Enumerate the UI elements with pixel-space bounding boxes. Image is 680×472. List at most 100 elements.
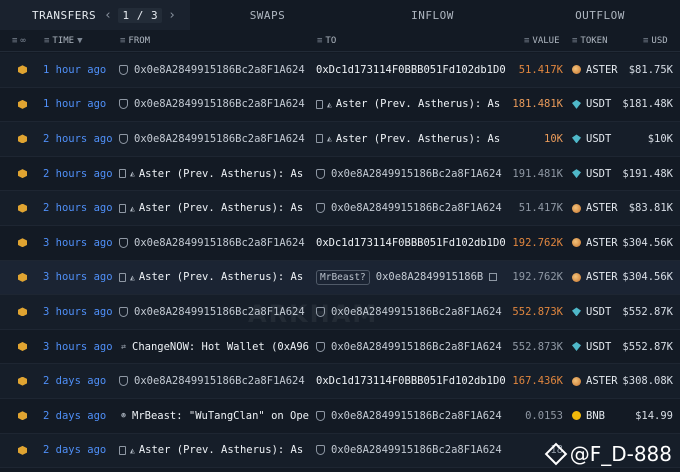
aster-token-icon bbox=[572, 238, 581, 248]
document-icon bbox=[119, 169, 126, 179]
to-cell[interactable]: ◭ Aster (Prev. Astherus): As bbox=[316, 88, 506, 122]
to-cell[interactable]: 0xDc1d173114F0BBB051Fd102db1D0 bbox=[316, 53, 506, 87]
aster-entity-icon: ◭ bbox=[130, 169, 135, 179]
aster-entity-icon: ◭ bbox=[327, 99, 332, 109]
filter-icon: ≡ bbox=[44, 35, 50, 46]
table-row[interactable]: 2 hours ago 0x0e8A2849915186Bc2a8F1A624 … bbox=[0, 122, 680, 157]
from-cell[interactable]: 0x0e8A2849915186Bc2a8F1A624 bbox=[119, 53, 309, 87]
usd-cell: $304.56K bbox=[622, 236, 673, 249]
to-cell[interactable]: 0xDc1d173114F0BBB051Fd102db1D0 bbox=[316, 226, 506, 260]
aster-entity-icon: ◭ bbox=[130, 445, 135, 455]
column-value[interactable]: ≡ VALUE bbox=[524, 36, 560, 46]
table-row[interactable]: 3 hours ago ⇄ ChangeNOW: Hot Wallet (0xA9… bbox=[0, 330, 680, 365]
link-icon[interactable]: ∞ bbox=[20, 36, 25, 46]
to-cell[interactable]: 0x0e8A2849915186Bc2a8F1A624 bbox=[316, 157, 506, 191]
time-cell[interactable]: 1 hour ago bbox=[43, 53, 118, 87]
from-cell[interactable]: 0x0e8A2849915186Bc2a8F1A624 bbox=[119, 364, 309, 398]
chain-icon bbox=[18, 445, 27, 455]
usdt-token-icon bbox=[572, 134, 581, 144]
from-cell[interactable]: 0x0e8A2849915186Bc2a8F1A624 bbox=[119, 88, 309, 122]
table-row[interactable]: 2 days ago ☻ MrBeast: "WuTangClan" on Ope… bbox=[0, 399, 680, 434]
to-cell[interactable]: 0x0e8A2849915186Bc2a8F1A624 bbox=[316, 295, 506, 329]
time-cell[interactable]: 3 hours ago bbox=[43, 226, 118, 260]
sort-down-icon: ▼ bbox=[77, 35, 83, 46]
table-row[interactable]: 3 hours ago ◭ Aster (Prev. Astherus): As … bbox=[0, 260, 680, 296]
table-row[interactable]: 3 hours ago 0x0e8A2849915186Bc2a8F1A624 … bbox=[0, 295, 680, 330]
to-cell[interactable]: ◭ Aster (Prev. Astherus): As bbox=[316, 122, 506, 156]
value-cell: 192.762K bbox=[512, 271, 563, 284]
aster-token-icon bbox=[572, 376, 581, 386]
to-cell[interactable]: 0x0e8A2849915186Bc2a8F1A624 bbox=[316, 434, 506, 468]
usd-cell: $81.75K bbox=[628, 63, 673, 76]
filter-icon: ≡ bbox=[317, 35, 323, 46]
table-row[interactable]: 2 hours ago ◭ Aster (Prev. Astherus): As … bbox=[0, 191, 680, 226]
from-cell[interactable]: ☻ MrBeast: "WuTangClan" on Ope bbox=[119, 399, 309, 433]
time-cell[interactable]: 2 hours ago bbox=[43, 191, 118, 225]
time-cell[interactable]: 2 days ago bbox=[43, 399, 118, 433]
column-from[interactable]: ≡ FROM bbox=[120, 36, 150, 46]
time-cell[interactable]: 2 days ago bbox=[43, 434, 118, 468]
from-cell[interactable]: 0x0e8A2849915186Bc2a8F1A624 bbox=[119, 122, 309, 156]
from-cell[interactable]: ⇄ ChangeNOW: Hot Wallet (0xA96) bbox=[119, 330, 309, 364]
address-icon bbox=[119, 306, 128, 317]
to-cell[interactable]: 0x0e8A2849915186Bc2a8F1A624 bbox=[316, 399, 506, 433]
to-cell[interactable]: MrBeast? 0x0e8A2849915186B bbox=[316, 261, 506, 295]
from-cell[interactable]: 0x0e8A2849915186Bc2a8F1A624 bbox=[119, 226, 309, 260]
usd-cell: $191.48K bbox=[622, 167, 673, 180]
time-cell[interactable]: 2 days ago bbox=[43, 364, 118, 398]
time-cell[interactable]: 3 hours ago bbox=[43, 261, 118, 295]
table-row[interactable]: 2 days ago 0x0e8A2849915186Bc2a8F1A624 0… bbox=[0, 364, 680, 399]
column-to[interactable]: ≡ TO bbox=[317, 36, 336, 46]
column-time[interactable]: ≡ TIME ▼ bbox=[44, 36, 83, 46]
document-icon bbox=[119, 203, 126, 213]
address-icon bbox=[119, 99, 128, 110]
tab-swaps[interactable]: SWAPS bbox=[190, 0, 345, 30]
chain-icon bbox=[18, 65, 27, 75]
from-cell[interactable]: ◭ Aster (Prev. Astherus): As bbox=[119, 191, 309, 225]
value-cell: 51.417K bbox=[518, 63, 563, 76]
to-cell[interactable]: 0x0e8A2849915186Bc2a8F1A624 bbox=[316, 330, 506, 364]
address-icon bbox=[119, 64, 128, 75]
value-cell: 0.0153 bbox=[525, 409, 563, 422]
address-icon bbox=[119, 133, 128, 144]
table-row[interactable]: 3 hours ago 0x0e8A2849915186Bc2a8F1A624 … bbox=[0, 226, 680, 261]
value-cell: 552.873K bbox=[512, 305, 563, 318]
table-row[interactable]: 2 hours ago ◭ Aster (Prev. Astherus): As … bbox=[0, 157, 680, 192]
chevron-left-icon[interactable]: ‹ bbox=[104, 8, 112, 23]
aster-entity-icon: ◭ bbox=[327, 134, 332, 144]
value-cell: 10K bbox=[544, 132, 563, 145]
chain-icon bbox=[18, 238, 27, 248]
column-usd[interactable]: ≡ USD bbox=[643, 36, 668, 46]
chain-icon bbox=[18, 203, 27, 213]
chain-icon bbox=[18, 99, 27, 109]
chevron-right-icon[interactable]: › bbox=[168, 8, 176, 23]
time-cell[interactable]: 2 hours ago bbox=[43, 157, 118, 191]
copy-icon[interactable] bbox=[489, 273, 498, 282]
to-cell[interactable]: 0x0e8A2849915186Bc2a8F1A624 bbox=[316, 191, 506, 225]
time-cell[interactable]: 3 hours ago bbox=[43, 330, 118, 364]
column-token[interactable]: ≡ TOKEN bbox=[572, 36, 608, 46]
from-cell[interactable]: ◭ Aster (Prev. Astherus): As bbox=[119, 157, 309, 191]
entity-tag[interactable]: MrBeast? bbox=[316, 269, 370, 285]
from-cell[interactable]: 0x0e8A2849915186Bc2a8F1A624 bbox=[119, 295, 309, 329]
binance-logo-icon bbox=[544, 442, 568, 466]
tab-outflow[interactable]: OUTFLOW bbox=[520, 0, 680, 30]
table-row[interactable]: 1 hour ago 0x0e8A2849915186Bc2a8F1A624 ◭… bbox=[0, 88, 680, 123]
exchange-icon: ⇄ bbox=[121, 342, 126, 352]
address-icon bbox=[316, 445, 325, 456]
time-cell[interactable]: 3 hours ago bbox=[43, 295, 118, 329]
filter-icon[interactable]: ≡ bbox=[12, 36, 17, 46]
tab-transfers[interactable]: TRANSFERS ‹ 1 / 3 › bbox=[0, 0, 190, 30]
transfers-table: 1 hour ago 0x0e8A2849915186Bc2a8F1A624 0… bbox=[0, 53, 680, 469]
time-cell[interactable]: 1 hour ago bbox=[43, 88, 118, 122]
chain-icon bbox=[18, 342, 27, 352]
chain-icon bbox=[18, 307, 27, 317]
table-row[interactable]: 1 hour ago 0x0e8A2849915186Bc2a8F1A624 0… bbox=[0, 53, 680, 88]
from-cell[interactable]: ◭ Aster (Prev. Astherus): As bbox=[119, 261, 309, 295]
aster-token-icon bbox=[572, 203, 581, 213]
from-cell[interactable]: ◭ Aster (Prev. Astherus): As bbox=[119, 434, 309, 468]
to-cell[interactable]: 0xDc1d173114F0BBB051Fd102db1D0 bbox=[316, 364, 506, 398]
time-cell[interactable]: 2 hours ago bbox=[43, 122, 118, 156]
tab-inflow[interactable]: INFLOW bbox=[345, 0, 520, 30]
value-cell: 181.481K bbox=[512, 98, 563, 111]
